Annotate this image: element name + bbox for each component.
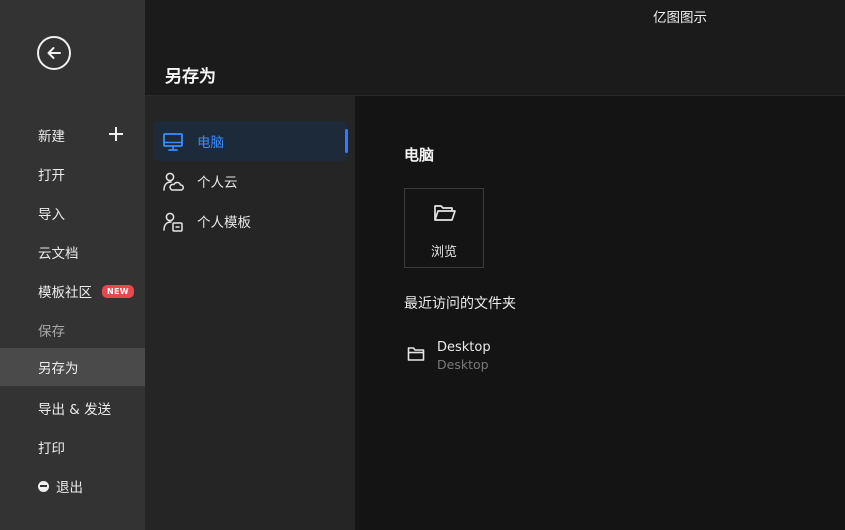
page-title: 另存为: [165, 67, 216, 87]
nav-open[interactable]: 打开: [0, 155, 145, 193]
header: 亿图图示 另存为: [145, 0, 845, 96]
nav-print-label: 打印: [38, 441, 65, 457]
location-item-computer[interactable]: 电脑: [153, 121, 348, 161]
recent-folder-item[interactable]: Desktop Desktop: [404, 336, 664, 376]
content-area: 电脑 浏览 最近访问的文件夹 Desktop Desktop: [355, 96, 845, 530]
nav-new-label: 新建: [38, 129, 65, 145]
plus-icon[interactable]: [109, 127, 123, 141]
nav-export-send[interactable]: 导出 & 发送: [0, 389, 145, 427]
nav-save[interactable]: 保存: [0, 311, 145, 349]
minus-circle-icon: [38, 480, 49, 492]
location-label-personal-templates: 个人模板: [197, 215, 251, 231]
arrow-left-icon: [47, 47, 61, 59]
nav-save-as-label: 另存为: [38, 361, 79, 377]
nav-save-as[interactable]: 另存为: [0, 348, 145, 386]
browse-label: 浏览: [430, 245, 457, 260]
active-indicator: [345, 129, 348, 153]
nav-cloud-docs-label: 云文档: [38, 246, 79, 262]
nav-import-label: 导入: [38, 207, 65, 223]
app-title: 亿图图示: [653, 10, 707, 26]
location-label-personal-cloud: 个人云: [197, 175, 238, 191]
nav-cloud-docs[interactable]: 云文档: [0, 233, 145, 271]
location-item-personal-templates[interactable]: 个人模板: [153, 201, 347, 241]
section-title: 电脑: [404, 146, 435, 164]
nav-quit[interactable]: 退出: [0, 467, 145, 505]
nav-import[interactable]: 导入: [0, 194, 145, 232]
user-cloud-icon: [163, 172, 184, 191]
user-template-icon: [163, 212, 183, 232]
nav-new[interactable]: 新建: [0, 116, 145, 154]
nav-export-send-label: 导出 & 发送: [38, 402, 112, 418]
location-item-personal-cloud[interactable]: 个人云: [153, 161, 347, 201]
recent-folder-name: Desktop: [437, 340, 491, 355]
location-label-computer: 电脑: [197, 135, 224, 151]
monitor-icon: [163, 133, 183, 151]
browse-button[interactable]: 浏览: [404, 188, 484, 268]
left-nav: 新建 打开 导入 云文档 模板社区 NEW 保存 另存为 导出 & 发送 打印: [0, 0, 145, 530]
nav-template-community-label: 模板社区: [38, 285, 92, 301]
new-badge: NEW: [102, 284, 134, 298]
nav-print[interactable]: 打印: [0, 428, 145, 466]
app-window: 新建 打开 导入 云文档 模板社区 NEW 保存 另存为 导出 & 发送 打印: [0, 0, 845, 530]
recent-folders-title: 最近访问的文件夹: [404, 296, 516, 312]
back-button[interactable]: [37, 36, 71, 70]
folder-icon: [407, 347, 425, 361]
folder-open-icon: [434, 205, 456, 221]
recent-folder-path: Desktop: [437, 357, 489, 372]
location-panel: 电脑 个人云 个人模板: [145, 96, 355, 530]
nav-quit-label: 退出: [56, 480, 83, 496]
nav-open-label: 打开: [38, 168, 65, 184]
nav-save-label: 保存: [38, 324, 65, 340]
nav-template-community[interactable]: 模板社区 NEW: [0, 272, 145, 310]
